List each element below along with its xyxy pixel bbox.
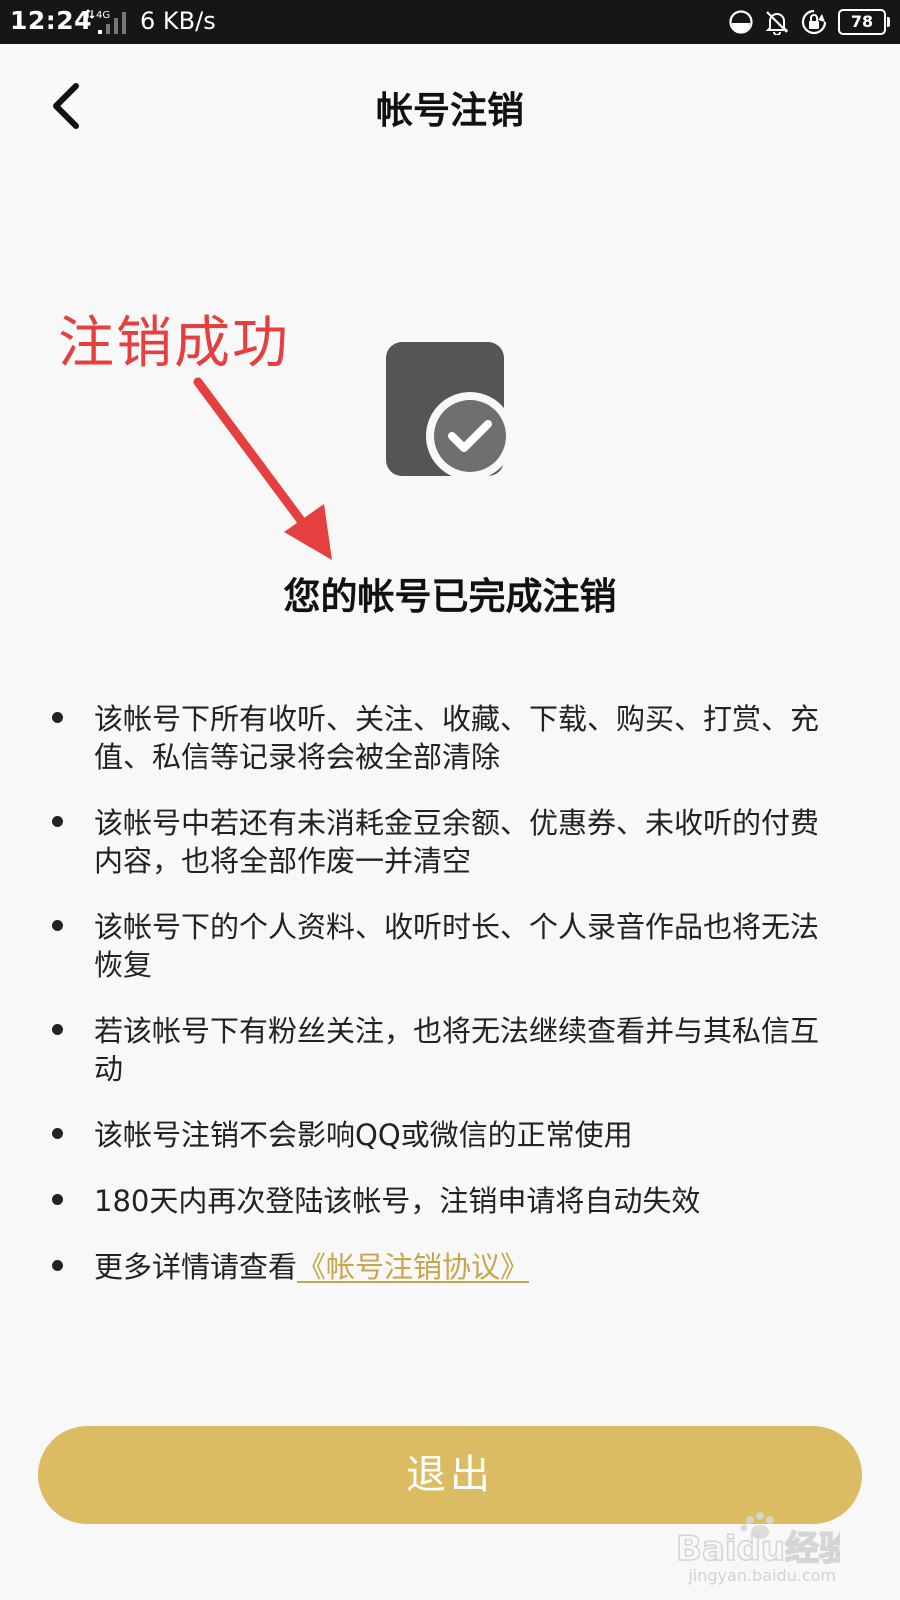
- annotation-text: 注销成功: [58, 311, 290, 376]
- status-bar: 12:24 4G 6 KB/s 78: [0, 0, 900, 44]
- notice-text: 该帐号下所有收听、关注、收藏、下载、购买、打赏、充值、私信等记录将会被全部清除: [94, 702, 820, 774]
- list-item: 该帐号下所有收听、关注、收藏、下载、购买、打赏、充值、私信等记录将会被全部清除: [48, 700, 838, 776]
- bullet-icon: [52, 1128, 63, 1139]
- page-title: 帐号注销: [376, 89, 524, 132]
- list-item: 该帐号中若还有未消耗金豆余额、优惠券、未收听的付费内容，也将全部作废一并清空: [48, 804, 838, 880]
- document-check-icon: [386, 342, 514, 480]
- bullet-icon: [52, 1024, 63, 1035]
- list-item: 该帐号注销不会影响QQ或微信的正常使用: [48, 1116, 838, 1154]
- notice-text: 该帐号下的个人资料、收听时长、个人录音作品也将无法恢复: [94, 910, 820, 982]
- status-icons: 78: [728, 8, 890, 36]
- annotation-arrow-icon: [193, 377, 332, 560]
- list-item: 该帐号下的个人资料、收听时长、个人录音作品也将无法恢复: [48, 908, 838, 984]
- bullet-icon: [52, 712, 63, 723]
- notice-text: 若该帐号下有粉丝关注，也将无法继续查看并与其私信互动: [94, 1014, 820, 1086]
- status-time: 12:24: [10, 6, 93, 35]
- bullet-icon: [52, 1194, 63, 1205]
- network-type: 4G: [96, 10, 110, 21]
- notice-text: 该帐号中若还有未消耗金豆余额、优惠券、未收听的付费内容，也将全部作废一并清空: [94, 806, 820, 878]
- result-title: 您的帐号已完成注销: [283, 575, 617, 618]
- list-item: 180天内再次登陆该帐号，注销申请将自动失效: [48, 1182, 838, 1220]
- bell-muted-icon: [765, 11, 789, 35]
- watermark-url: jingyan.baidu.com: [688, 1566, 836, 1585]
- exit-button[interactable]: 退出: [38, 1426, 862, 1524]
- data-saver-icon: [729, 10, 753, 34]
- list-item: 若该帐号下有粉丝关注，也将无法继续查看并与其私信互动: [48, 1012, 838, 1088]
- network-speed: 6 KB/s: [140, 7, 216, 35]
- notice-list: 该帐号下所有收听、关注、收藏、下载、购买、打赏、充值、私信等记录将会被全部清除 …: [48, 700, 838, 1314]
- notice-text: 180天内再次登陆该帐号，注销申请将自动失效: [94, 1184, 701, 1218]
- agreement-link[interactable]: 《帐号注销协议》: [297, 1250, 529, 1284]
- rotation-lock-icon: [801, 9, 827, 35]
- bullet-icon: [52, 1260, 63, 1271]
- notice-text: 更多详情请查看: [94, 1250, 298, 1284]
- list-item: 更多详情请查看《帐号注销协议》: [48, 1248, 838, 1286]
- notice-text: 该帐号注销不会影响QQ或微信的正常使用: [94, 1118, 633, 1152]
- watermark-brand: Baidu经验: [676, 1529, 840, 1569]
- signal-icon: 4G: [85, 9, 126, 34]
- bullet-icon: [52, 816, 63, 827]
- battery-icon: 78: [838, 9, 890, 35]
- bullet-icon: [52, 920, 63, 931]
